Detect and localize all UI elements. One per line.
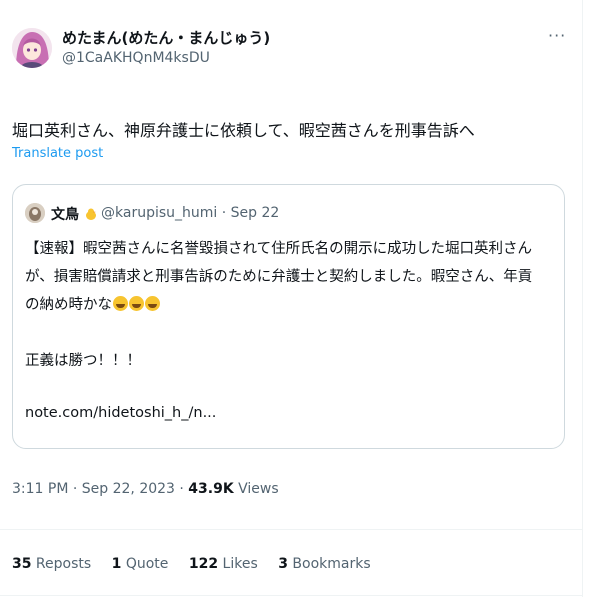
quoted-text-line-1: 【速報】暇空茜さんに名誉毀損されて住所氏名の開示に成功した堀口英利さん — [25, 241, 533, 257]
bookmarks-stat[interactable]: 3 Bookmarks — [278, 556, 370, 572]
reposts-stat[interactable]: 35 Reposts — [12, 556, 91, 572]
translate-post-link[interactable]: Translate post — [12, 146, 103, 161]
more-options-button[interactable]: ··· — [548, 26, 566, 45]
quoted-link[interactable]: note.com/hidetoshi_h_/n... — [25, 405, 216, 421]
column-border — [582, 0, 583, 597]
quoted-author-avatar-image — [25, 203, 45, 223]
author-handle[interactable]: @1CaAKHQnM4ksDU — [62, 50, 210, 66]
rolling-on-floor-laughing-icon — [129, 296, 144, 311]
reposts-label: Reposts — [31, 556, 92, 572]
likes-count: 122 — [188, 556, 219, 572]
quoted-author-handle-date: @karupisu_humi · Sep 22 — [101, 205, 280, 221]
quoted-text-line-4: 正義は勝つ！！！ — [25, 353, 141, 369]
quotes-count: 1 — [111, 556, 122, 572]
likes-label: Likes — [218, 556, 258, 572]
author-name[interactable]: めたまん(めたん・まんじゅう) — [62, 27, 270, 48]
quoted-text-line-3: の納め時かな — [25, 293, 160, 314]
author-avatar[interactable] — [12, 28, 52, 68]
reposts-count: 35 — [12, 556, 32, 572]
views-count: 43.9K — [188, 481, 234, 497]
quoted-tweet-card[interactable]: 文鳥 @karupisu_humi · Sep 22 【速報】暇空茜さんに名誉毀… — [12, 184, 565, 449]
tweet-text: 堀口英利さん、神原弁護士に依頼して、暇空茜さんを刑事告訴へ — [12, 121, 475, 140]
quoted-text-line-2: が、損害賠償請求と刑事告訴のために弁護士と契約しました。暇空さん、年貢 — [25, 269, 533, 285]
quoted-text-line-3-text: の納め時かな — [25, 297, 112, 313]
tweet-meta: 3:11 PM · Sep 22, 2023 · 43.9K Views — [12, 481, 279, 497]
divider-top — [0, 529, 582, 530]
quoted-author-avatar — [25, 203, 45, 223]
chick-emoji-icon — [85, 208, 96, 220]
views-label: Views — [233, 481, 279, 497]
bookmarks-count: 3 — [278, 556, 288, 572]
tweet-timestamp[interactable]: 3:11 PM · Sep 22, 2023 · — [12, 481, 188, 497]
likes-stat[interactable]: 122 Likes — [189, 556, 258, 572]
quotes-stat[interactable]: 1 Quote — [112, 556, 169, 572]
rolling-on-floor-laughing-icon — [113, 296, 128, 311]
divider-bottom — [0, 595, 582, 596]
quoted-author-name: 文鳥 — [51, 204, 98, 224]
quoted-author-name-text: 文鳥 — [51, 207, 79, 223]
engagement-stats: 35 Reposts 1 Quote 122 Likes 3 Bookmarks — [12, 556, 387, 572]
quotes-label: Quote — [121, 556, 169, 572]
rolling-on-floor-laughing-icon — [145, 296, 160, 311]
bookmarks-label: Bookmarks — [287, 556, 371, 572]
author-avatar-image — [12, 28, 52, 68]
